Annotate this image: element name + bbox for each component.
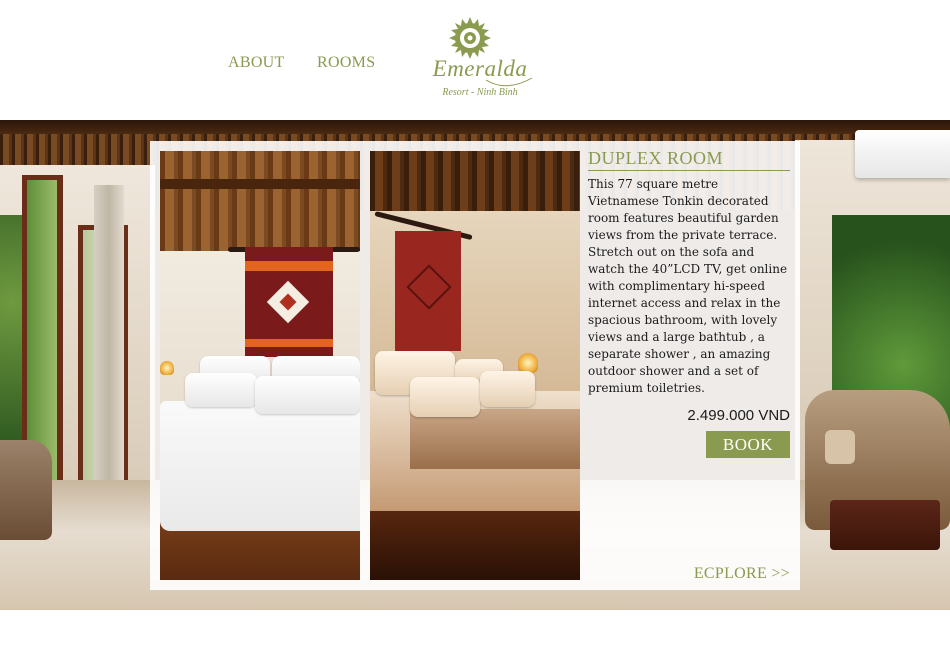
tapestry — [245, 247, 333, 357]
explore-link[interactable]: ECPLORE >> — [650, 565, 790, 583]
pillow — [185, 373, 257, 407]
room-description: This 77 square metre Vietnamese Tonkin d… — [588, 177, 788, 395]
hero-beam — [0, 120, 950, 134]
room-title: DUPLEX ROOM — [588, 148, 724, 168]
photo-beam — [160, 179, 360, 189]
bed — [160, 401, 360, 531]
bedside-lamp — [160, 361, 174, 375]
hero-coffee-table — [830, 500, 940, 550]
photo-ceiling — [160, 151, 360, 251]
pillow — [255, 376, 360, 414]
tapestry — [395, 231, 461, 351]
room-info-panel: DUPLEX ROOM This 77 square metre Vietnam… — [150, 141, 800, 590]
nav-rooms-link[interactable]: ROOMS — [317, 54, 375, 72]
photo-floor — [370, 501, 580, 580]
logo-tagline: Resort - Ninh Binh — [442, 87, 518, 98]
pillow — [410, 377, 480, 417]
site-logo[interactable]: Emeralda Resort - Ninh Binh — [420, 16, 540, 106]
room-price: 2.499.000 VND — [687, 407, 790, 424]
air-conditioner — [855, 130, 950, 178]
hero-curtain — [94, 185, 124, 485]
title-divider — [588, 170, 790, 171]
bed-throw — [410, 409, 580, 469]
room-photo-1[interactable] — [160, 151, 360, 580]
pillow — [480, 371, 535, 407]
sun-icon — [449, 17, 491, 59]
bedside-lamp — [518, 353, 538, 373]
nav-about-link[interactable]: ABOUT — [228, 54, 285, 72]
hero-armchair-left — [0, 440, 52, 540]
site-header: ABOUT ROOMS Emeralda Resort - Ninh Binh — [0, 0, 950, 120]
book-button[interactable]: BOOK — [706, 431, 790, 458]
room-photo-2[interactable] — [370, 151, 580, 580]
